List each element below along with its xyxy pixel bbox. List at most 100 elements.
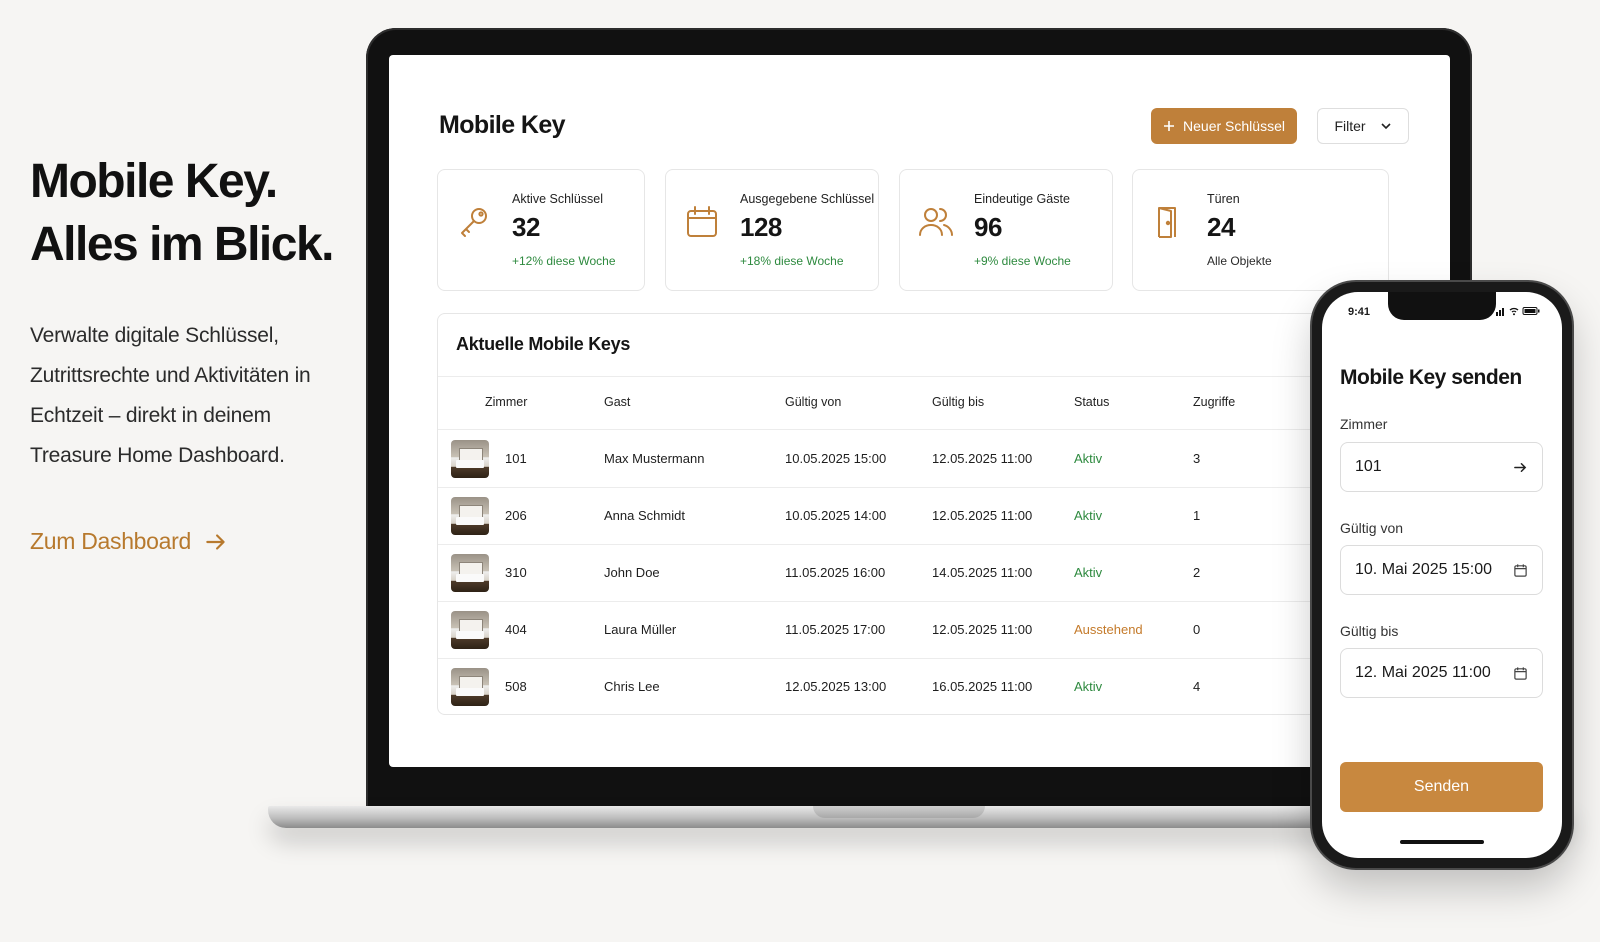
dashboard-link-label: Zum Dashboard <box>30 528 192 554</box>
stat-card-doors: Türen 24 Alle Objekte <box>1132 169 1389 291</box>
cell-guest: Laura Müller <box>604 622 677 637</box>
cell-room: 404 <box>505 622 527 637</box>
table-row[interactable]: 310 John Doe 11.05.2025 16:00 14.05.2025… <box>438 545 1450 602</box>
hero-headline: Mobile Key. Alles im Blick. <box>30 150 350 276</box>
cell-guest: John Doe <box>604 565 660 580</box>
valid-from-value: 10. Mai 2025 15:00 <box>1355 561 1492 578</box>
cell-valid-to: 16.05.2025 11:00 <box>932 679 1033 694</box>
laptop-opening-notch <box>813 806 985 818</box>
column-header-room[interactable]: Zimmer <box>485 395 527 409</box>
table-row[interactable]: 508 Chris Lee 12.05.2025 13:00 16.05.202… <box>438 659 1450 716</box>
phone-frame: 9:41 Mobile Key senden Zimmer 101 Gültig… <box>1312 282 1572 868</box>
chevron-down-icon <box>1380 123 1391 130</box>
cell-status: Aktiv <box>1074 508 1103 523</box>
column-header-access[interactable]: Zugriffe <box>1193 395 1235 409</box>
stat-card-unique-guests: Eindeutige Gäste 96 +9% diese Woche <box>899 169 1113 291</box>
cell-valid-to: 12.05.2025 11:00 <box>932 622 1033 637</box>
stat-trend: +18% diese Woche <box>740 254 844 268</box>
cell-valid-from: 12.05.2025 13:00 <box>785 679 887 694</box>
valid-to-field[interactable]: 12. Mai 2025 11:00 <box>1340 648 1543 698</box>
room-thumbnail <box>451 497 489 535</box>
phone-notch <box>1388 292 1496 320</box>
cell-access: 1 <box>1193 508 1201 523</box>
door-icon <box>1158 207 1176 238</box>
stat-label: Aktive Schlüssel <box>512 192 604 206</box>
cell-room: 310 <box>505 565 527 580</box>
cell-status: Aktiv <box>1074 565 1103 580</box>
stat-trend: +9% diese Woche <box>974 254 1071 268</box>
stat-label: Eindeutige Gäste <box>974 192 1070 206</box>
stat-trend: +12% diese Woche <box>512 254 616 268</box>
valid-from-field[interactable]: 10. Mai 2025 15:00 <box>1340 545 1543 595</box>
signal-wifi-battery-icon <box>1496 307 1540 316</box>
stat-value: 128 <box>740 212 782 242</box>
cell-guest: Chris Lee <box>604 679 660 694</box>
dashboard-link[interactable]: Zum Dashboard <box>30 528 229 555</box>
column-header-valid-to[interactable]: Gültig bis <box>932 395 984 409</box>
hero-headline-line2: Alles im Blick. <box>30 218 334 271</box>
cell-access: 0 <box>1193 622 1201 637</box>
column-header-guest[interactable]: Gast <box>604 395 630 409</box>
table-header: Zimmer Gast Gültig von Gültig bis Status… <box>438 376 1450 430</box>
cell-status: Aktiv <box>1074 679 1103 694</box>
calendar-icon <box>687 206 717 237</box>
stat-label: Ausgegebene Schlüssel <box>740 192 875 206</box>
valid-from-label: Gültig von <box>1340 520 1404 536</box>
cell-room: 508 <box>505 679 527 694</box>
key-icon <box>461 208 487 237</box>
cell-status: Ausstehend <box>1074 622 1143 637</box>
cell-access: 3 <box>1193 451 1201 466</box>
valid-to-label: Gültig bis <box>1340 623 1399 639</box>
users-icon <box>919 208 953 236</box>
room-thumbnail <box>451 668 489 706</box>
new-key-button[interactable]: Neuer Schlüssel <box>1151 108 1297 144</box>
cell-access: 4 <box>1193 679 1201 694</box>
plus-icon <box>1164 121 1175 131</box>
stat-label: Türen <box>1207 192 1240 206</box>
cell-valid-from: 11.05.2025 16:00 <box>785 565 886 580</box>
hero-headline-line1: Mobile Key. <box>30 155 278 208</box>
cell-valid-to: 12.05.2025 11:00 <box>932 508 1033 523</box>
room-thumbnail <box>451 554 489 592</box>
hero-body: Verwalte digitale Schlüssel, Zutrittsrec… <box>30 324 311 467</box>
column-header-status[interactable]: Status <box>1074 395 1109 409</box>
table-row[interactable]: 101 Max Mustermann 10.05.2025 15:00 12.0… <box>438 431 1450 488</box>
cell-valid-to: 12.05.2025 11:00 <box>932 451 1033 466</box>
stat-card-active-keys: Aktive Schlüssel 32 +12% diese Woche <box>437 169 645 291</box>
send-button[interactable]: Senden <box>1340 762 1543 812</box>
cell-valid-from: 10.05.2025 14:00 <box>785 508 887 523</box>
home-indicator <box>1400 840 1484 844</box>
calendar-icon[interactable] <box>1513 666 1528 681</box>
cell-room: 206 <box>505 508 527 523</box>
arrow-right-icon <box>206 533 225 550</box>
stat-value: 32 <box>512 212 540 242</box>
phone-screen: 9:41 Mobile Key senden Zimmer 101 Gültig… <box>1322 292 1562 858</box>
mobile-keys-table: Aktuelle Mobile Keys Zimmer Gast Gültig … <box>437 313 1450 715</box>
calendar-icon[interactable] <box>1513 563 1528 578</box>
cell-guest: Max Mustermann <box>604 451 705 466</box>
stat-trend: Alle Objekte <box>1207 254 1272 268</box>
room-thumbnail <box>451 611 489 649</box>
filter-label: Filter <box>1334 118 1366 134</box>
arrow-right-icon[interactable] <box>1513 460 1528 475</box>
cell-valid-to: 14.05.2025 11:00 <box>932 565 1033 580</box>
room-field-label: Zimmer <box>1340 416 1388 432</box>
cell-access: 2 <box>1193 565 1201 580</box>
table-row[interactable]: 404 Laura Müller 11.05.2025 17:00 12.05.… <box>438 602 1450 659</box>
cell-guest: Anna Schmidt <box>604 508 685 523</box>
page-title: Mobile Key <box>439 111 566 139</box>
room-field[interactable]: 101 <box>1340 442 1543 492</box>
table-row[interactable]: 206 Anna Schmidt 10.05.2025 14:00 12.05.… <box>438 488 1450 545</box>
phone-title: Mobile Key senden <box>1340 366 1522 389</box>
table-title: Aktuelle Mobile Keys <box>456 334 631 354</box>
phone-clock: 9:41 <box>1348 306 1371 318</box>
room-thumbnail <box>451 440 489 478</box>
new-key-button-label: Neuer Schlüssel <box>1183 118 1285 134</box>
valid-to-value: 12. Mai 2025 11:00 <box>1355 664 1491 681</box>
cell-room: 101 <box>505 451 527 466</box>
filter-dropdown[interactable]: Filter <box>1317 108 1409 144</box>
room-field-value: 101 <box>1355 458 1382 475</box>
column-header-valid-from[interactable]: Gültig von <box>785 395 841 409</box>
cell-valid-from: 11.05.2025 17:00 <box>785 622 886 637</box>
cell-valid-from: 10.05.2025 15:00 <box>785 451 887 466</box>
